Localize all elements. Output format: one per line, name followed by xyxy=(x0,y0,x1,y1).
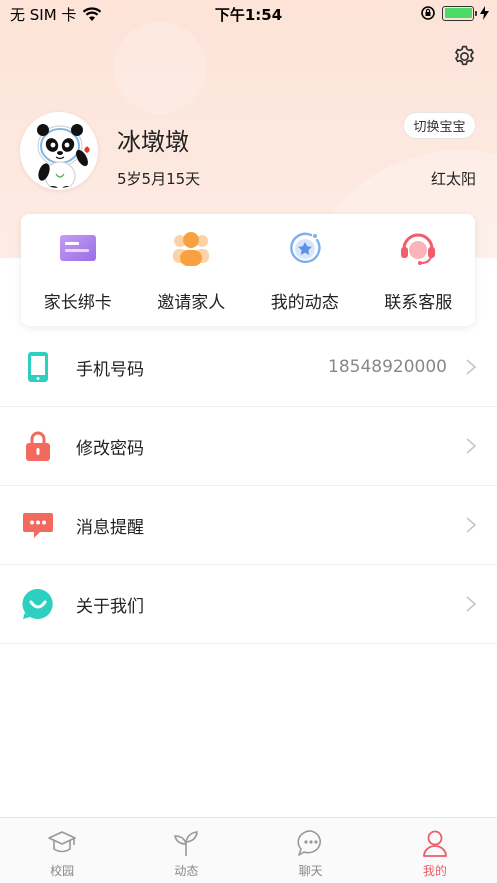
chevron-right-icon xyxy=(466,438,477,454)
moments-icon xyxy=(289,232,321,264)
message-icon xyxy=(23,513,53,538)
list-item-label: 关于我们 xyxy=(76,596,144,617)
customer-service-icon xyxy=(401,233,436,265)
list-item-notifications[interactable]: 消息提醒 xyxy=(0,486,497,565)
list-item-about-us[interactable]: 关于我们 xyxy=(0,565,497,644)
status-bar: 无 SIM 卡 下午1:54 xyxy=(0,0,497,28)
list-item-label: 修改密码 xyxy=(76,438,144,459)
tab-label: 聊天 xyxy=(298,864,323,878)
avatar[interactable] xyxy=(20,112,98,190)
quick-action-label: 家长绑卡 xyxy=(43,293,112,313)
tab-moments[interactable]: 动态 xyxy=(124,818,248,883)
tab-campus[interactable]: 校园 xyxy=(0,818,124,883)
smile-icon xyxy=(22,588,53,619)
campus-icon xyxy=(48,831,76,853)
card-icon xyxy=(59,235,96,261)
chevron-right-icon xyxy=(466,596,477,612)
quick-actions-card: 家长绑卡 邀请家人 我的动态 联系客服 xyxy=(21,214,475,326)
tab-label: 校园 xyxy=(50,864,75,878)
chevron-right-icon xyxy=(466,517,477,533)
chat-icon xyxy=(297,830,321,856)
family-icon xyxy=(173,232,210,266)
quick-action-label: 邀请家人 xyxy=(157,293,226,313)
charging-icon xyxy=(480,6,489,20)
tab-label: 动态 xyxy=(174,864,199,878)
phone-number-value: 18548920000 xyxy=(328,357,447,377)
bottom-tab-bar: 校园 动态 聊天 我的 xyxy=(0,817,497,883)
child-age: 5岁5月15天 xyxy=(117,170,201,188)
lock-icon xyxy=(26,431,50,461)
tab-mine[interactable]: 我的 xyxy=(373,818,497,883)
class-name: 红太阳 xyxy=(430,170,476,188)
phone-icon xyxy=(28,352,48,382)
list-item-label: 手机号码 xyxy=(76,359,144,380)
quick-action-my-moments[interactable]: 我的动态 xyxy=(248,214,362,326)
quick-action-bind-card[interactable]: 家长绑卡 xyxy=(21,214,135,326)
quick-action-invite-family[interactable]: 邀请家人 xyxy=(135,214,249,326)
tab-chat[interactable]: 聊天 xyxy=(249,818,373,883)
battery-icon xyxy=(442,5,477,21)
list-item-phone[interactable]: 手机号码 18548920000 xyxy=(0,328,497,407)
user-icon xyxy=(422,830,447,857)
sprout-icon xyxy=(174,831,199,856)
settings-list: 手机号码 18548920000 修改密码 消息提醒 关于我们 xyxy=(0,328,497,644)
quick-action-label: 我的动态 xyxy=(270,293,339,313)
chevron-right-icon xyxy=(466,359,477,375)
quick-action-customer-service[interactable]: 联系客服 xyxy=(362,214,476,326)
list-item-label: 消息提醒 xyxy=(76,517,144,538)
child-name: 冰墩墩 xyxy=(117,128,189,156)
rotation-lock-icon xyxy=(421,6,435,20)
switch-child-button[interactable]: 切换宝宝 xyxy=(403,112,476,139)
quick-action-label: 联系客服 xyxy=(384,293,453,313)
list-item-change-password[interactable]: 修改密码 xyxy=(0,407,497,486)
settings-gear-icon[interactable] xyxy=(452,44,477,69)
tab-label: 我的 xyxy=(422,864,447,878)
